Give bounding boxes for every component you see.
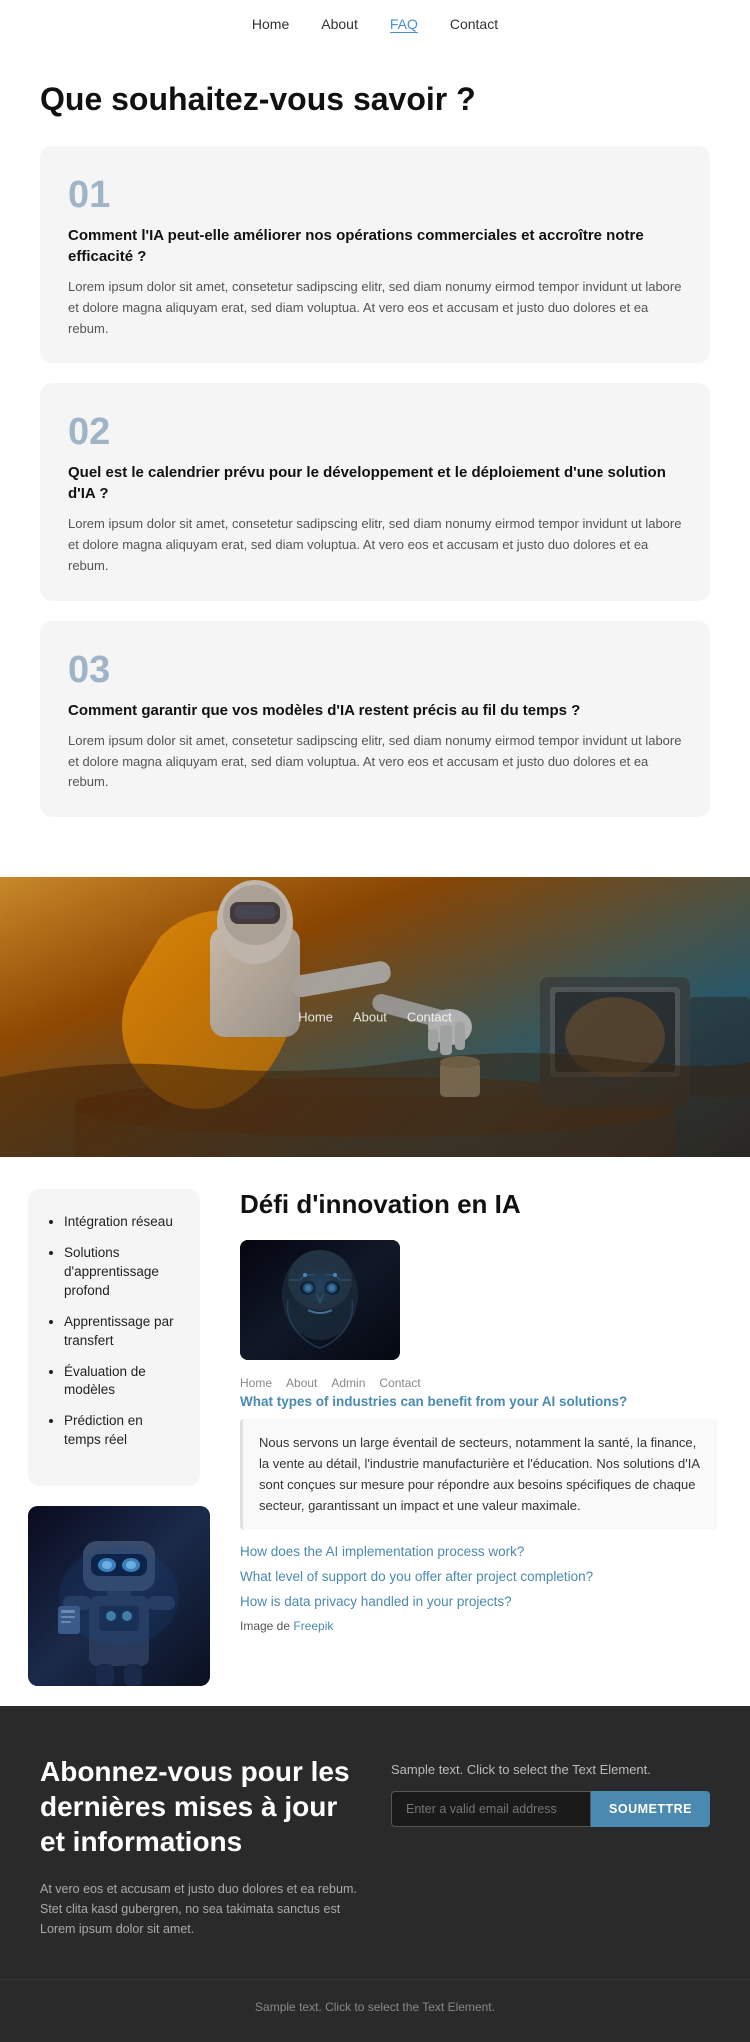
bullet-list: Intégration réseau Solutions d'apprentis… [28,1189,200,1486]
footer-sample-text: Sample text. Click to select the Text El… [391,1762,710,1777]
email-input[interactable] [391,1791,591,1827]
bullet-item-1: Intégration réseau [64,1213,180,1232]
faq-card-3: 03 Comment garantir que vos modèles d'IA… [40,621,710,817]
hero-nav-home: Home [298,1010,333,1025]
submit-button[interactable]: SOUMETTRE [591,1791,710,1827]
innovation-heading: Défi d'innovation en IA [240,1189,718,1220]
innovation-right: Défi d'innovation en IA [220,1157,750,1706]
hero-nav-about: About [353,1010,387,1025]
faq-question-3: Comment garantir que vos modèles d'IA re… [68,700,682,721]
main-nav: Home About FAQ Contact [0,0,750,49]
overlay-nav-home: Home [240,1376,272,1390]
footer-bottom: Sample text. Click to select the Text El… [0,1979,750,2042]
innovation-faq-q2[interactable]: How does the AI implementation process w… [240,1544,718,1559]
nav-about[interactable]: About [321,16,358,33]
nav-home[interactable]: Home [252,16,289,33]
footer-bottom-text: Sample text. Click to select the Text El… [0,2000,750,2014]
hero-image: Home About Contact [0,877,750,1157]
faq-card-1: 01 Comment l'IA peut-elle améliorer nos … [40,146,710,363]
faq-question-1: Comment l'IA peut-elle améliorer nos opé… [68,225,682,267]
bullet-item-2: Solutions d'apprentissage profond [64,1244,180,1301]
footer-section: Abonnez-vous pour les dernières mises à … [0,1706,750,1979]
hero-nav-contact: Contact [407,1010,452,1025]
faq-number-3: 03 [68,649,682,692]
bullet-item-5: Prédiction en temps réel [64,1412,180,1450]
innovation-faq-a1: Nous servons un large éventail de secteu… [240,1419,718,1530]
footer-heading: Abonnez-vous pour les dernières mises à … [40,1754,359,1859]
faq-answer-3: Lorem ipsum dolor sit amet, consetetur s… [68,731,682,793]
footer-body-text: At vero eos et accusam et justo duo dolo… [40,1879,359,1939]
innovation-faq-q4[interactable]: How is data privacy handled in your proj… [240,1594,718,1609]
email-row: SOUMETTRE [391,1791,710,1827]
ai-face-svg [240,1240,400,1360]
faq-heading: Que souhaitez-vous savoir ? [40,81,710,118]
innovation-faq-list: What types of industries can benefit fro… [240,1394,718,1609]
innovation-overlay-nav: Home About Admin Contact [240,1376,718,1390]
innovation-left: Intégration réseau Solutions d'apprentis… [0,1157,220,1706]
faq-answer-1: Lorem ipsum dolor sit amet, consetetur s… [68,277,682,339]
faq-number-2: 02 [68,411,682,454]
overlay-nav-contact: Contact [379,1376,420,1390]
robot-small-svg [28,1506,210,1686]
faq-section: Que souhaitez-vous savoir ? 01 Comment l… [0,49,750,877]
nav-faq[interactable]: FAQ [390,16,418,33]
nav-contact[interactable]: Contact [450,16,498,33]
bullet-item-3: Apprentissage par transfert [64,1313,180,1351]
innovation-faq-q3[interactable]: What level of support do you offer after… [240,1569,718,1584]
faq-number-1: 01 [68,174,682,217]
overlay-nav-about: About [286,1376,317,1390]
robot-small-image [28,1506,210,1686]
image-credit: Image de Freepik [240,1619,718,1633]
innovation-faq-q1[interactable]: What types of industries can benefit fro… [240,1394,718,1409]
hero-overlay-nav: Home About Contact [298,1010,451,1025]
faq-answer-2: Lorem ipsum dolor sit amet, consetetur s… [68,514,682,576]
bullet-item-4: Évaluation de modèles [64,1363,180,1401]
freepik-link[interactable]: Freepik [293,1619,333,1633]
faq-card-2: 02 Quel est le calendrier prévu pour le … [40,383,710,600]
footer-left: Abonnez-vous pour les dernières mises à … [40,1754,359,1939]
faq-question-2: Quel est le calendrier prévu pour le dév… [68,462,682,504]
innovation-section: Intégration réseau Solutions d'apprentis… [0,1157,750,1706]
ai-face-image [240,1240,400,1360]
overlay-nav-admin: Admin [331,1376,365,1390]
footer-right: Sample text. Click to select the Text El… [391,1754,710,1827]
